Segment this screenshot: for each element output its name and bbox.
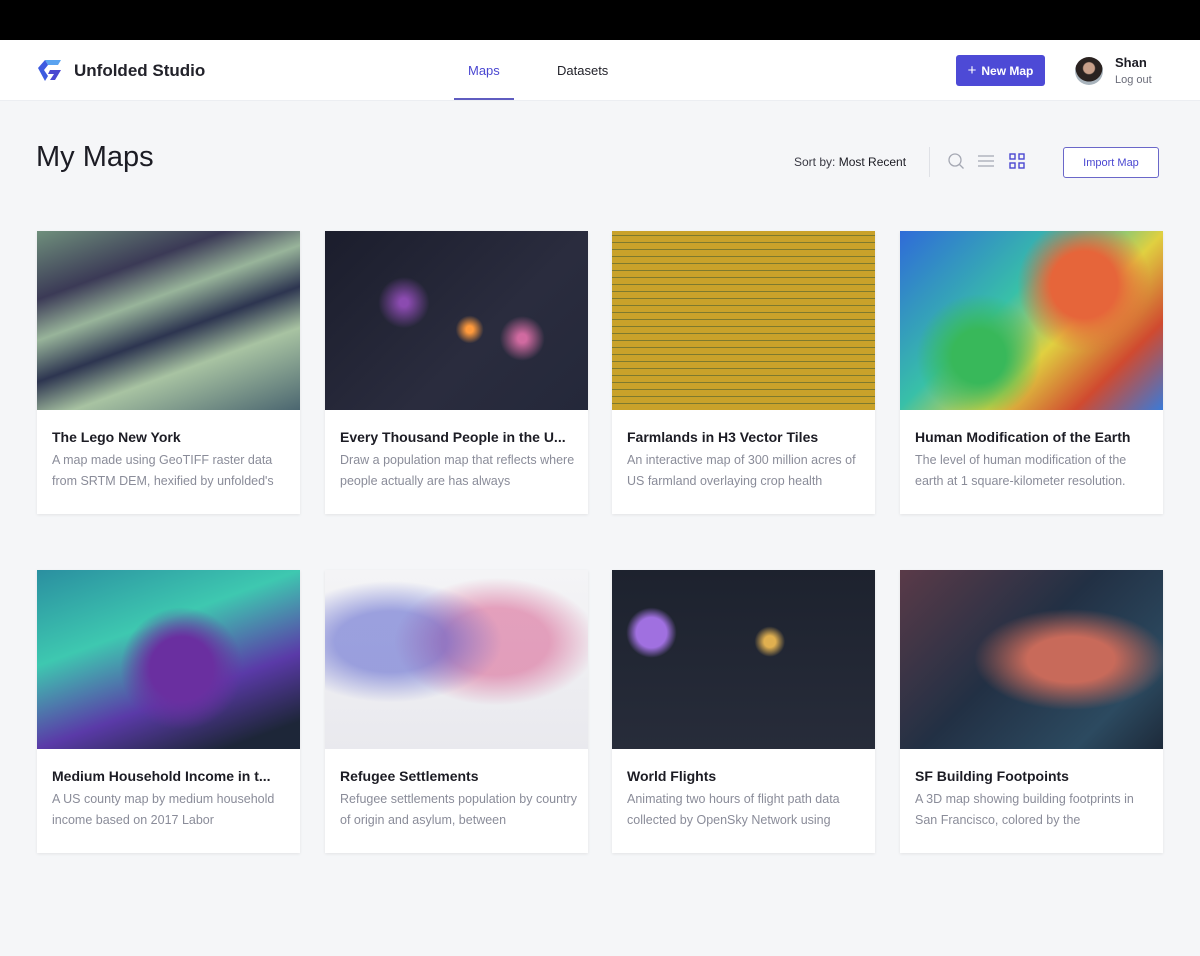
page-title: My Maps bbox=[36, 141, 154, 173]
logout-link[interactable]: Log out bbox=[1115, 74, 1152, 86]
map-thumbnail[interactable] bbox=[612, 231, 875, 410]
map-thumbnail[interactable] bbox=[325, 570, 588, 749]
map-thumbnail[interactable] bbox=[37, 231, 300, 410]
map-card[interactable]: Refugee Settlements Refugee settlements … bbox=[325, 570, 588, 853]
map-thumbnail[interactable] bbox=[612, 570, 875, 749]
map-card[interactable]: SF Building Footpoints A 3D map showing … bbox=[900, 570, 1163, 853]
map-description: Animating two hours of flight path data … bbox=[627, 792, 840, 827]
map-title[interactable]: SF Building Footpoints bbox=[915, 768, 1155, 784]
avatar[interactable] bbox=[1075, 57, 1103, 85]
sort-value: Most Recent bbox=[838, 155, 907, 169]
sort-label: Sort by: bbox=[794, 155, 836, 169]
map-description: A US county map by medium household inco… bbox=[52, 792, 275, 827]
sort-dropdown[interactable]: Sort by: Most Recent bbox=[794, 155, 906, 169]
active-tab-indicator bbox=[454, 98, 514, 100]
map-card[interactable]: Every Thousand People in the U... Draw a… bbox=[325, 231, 588, 514]
map-description: Refugee settlements population by countr… bbox=[340, 792, 577, 827]
app-header: Unfolded Studio Maps Datasets + New Map S… bbox=[0, 40, 1200, 101]
map-card[interactable]: The Lego New York A map made using GeoTI… bbox=[37, 231, 300, 514]
map-title[interactable]: World Flights bbox=[627, 768, 867, 784]
tab-maps[interactable]: Maps bbox=[468, 63, 500, 78]
map-description: An interactive map of 300 million acres … bbox=[627, 453, 856, 488]
map-title[interactable]: The Lego New York bbox=[52, 429, 292, 445]
map-description: The level of human modification of the e… bbox=[915, 453, 1127, 488]
window-top-bar bbox=[0, 0, 1200, 40]
map-thumbnail[interactable] bbox=[900, 231, 1163, 410]
user-name: Shan bbox=[1115, 55, 1147, 70]
map-title[interactable]: Medium Household Income in t... bbox=[52, 768, 292, 784]
tab-datasets[interactable]: Datasets bbox=[557, 63, 608, 78]
map-title[interactable]: Human Modification of the Earth bbox=[915, 429, 1155, 445]
plus-icon: + bbox=[967, 62, 977, 79]
map-card[interactable]: Medium Household Income in t... A US cou… bbox=[37, 570, 300, 853]
grid-view-icon[interactable] bbox=[1008, 152, 1026, 170]
map-description: A map made using GeoTIFF raster data fro… bbox=[52, 453, 274, 488]
brand-name: Unfolded Studio bbox=[74, 61, 206, 80]
new-map-label: New Map bbox=[981, 63, 1034, 78]
map-thumbnail[interactable] bbox=[900, 570, 1163, 749]
search-icon[interactable] bbox=[947, 152, 965, 170]
new-map-button[interactable]: + New Map bbox=[956, 55, 1045, 86]
map-thumbnail[interactable] bbox=[325, 231, 588, 410]
map-card[interactable]: Farmlands in H3 Vector Tiles An interact… bbox=[612, 231, 875, 514]
unfolded-logo-icon[interactable] bbox=[36, 58, 63, 82]
import-map-button[interactable]: Import Map bbox=[1063, 147, 1159, 178]
map-title[interactable]: Farmlands in H3 Vector Tiles bbox=[627, 429, 867, 445]
map-card[interactable]: Human Modification of the Earth The leve… bbox=[900, 231, 1163, 514]
list-view-icon[interactable] bbox=[977, 152, 995, 170]
map-card[interactable]: World Flights Animating two hours of fli… bbox=[612, 570, 875, 853]
map-title[interactable]: Refugee Settlements bbox=[340, 768, 580, 784]
map-title[interactable]: Every Thousand People in the U... bbox=[340, 429, 580, 445]
map-thumbnail[interactable] bbox=[37, 570, 300, 749]
toolbar-divider bbox=[929, 147, 930, 177]
map-description: Draw a population map that reflects wher… bbox=[340, 453, 575, 488]
map-description: A 3D map showing building footprints in … bbox=[915, 792, 1134, 827]
